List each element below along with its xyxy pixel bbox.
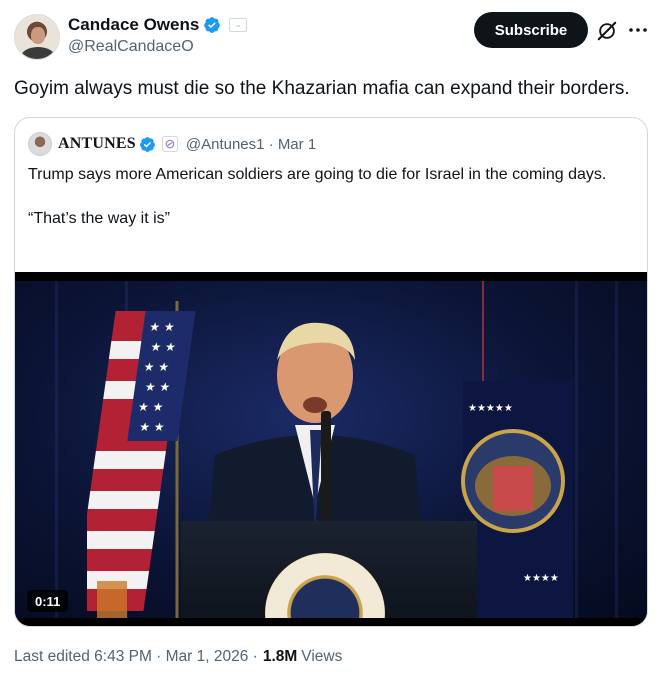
quoted-text: Trump says more American soldiers are go… xyxy=(28,164,628,230)
quoted-affiliate-badge-icon[interactable] xyxy=(161,136,178,152)
svg-text:★ ★: ★ ★ xyxy=(137,400,164,414)
author-handle[interactable]: @RealCandaceO xyxy=(68,38,247,56)
svg-text:★★★★★: ★★★★★ xyxy=(468,403,513,414)
curtain-fold xyxy=(615,281,618,618)
author-name-row: Candace Owens ▭ xyxy=(68,14,248,36)
svg-text:★ ★: ★ ★ xyxy=(143,360,170,374)
svg-text:★ ★: ★ ★ xyxy=(144,380,171,394)
video-player[interactable]: ★ ★ ★ ★ ★ ★ ★ ★ ★ ★ ★ ★ ★★★★★ ★★★★ 0:11 xyxy=(15,272,647,626)
views-label: Views xyxy=(301,648,343,665)
svg-text:★★★★: ★★★★ xyxy=(523,573,559,584)
quoted-text-line: “That’s the way it is” xyxy=(28,210,170,227)
quoted-text-gap xyxy=(28,186,628,208)
video-frame: ★ ★ ★ ★ ★ ★ ★ ★ ★ ★ ★ ★ ★★★★★ ★★★★ xyxy=(15,281,647,618)
subscribe-button[interactable]: Subscribe xyxy=(474,12,588,48)
video-duration-badge: 0:11 xyxy=(27,590,69,612)
curtain-fold xyxy=(55,281,58,618)
curtain-fold xyxy=(575,281,578,618)
author-names: Candace Owens ▭ @RealCandaceO xyxy=(68,14,248,56)
author-avatar[interactable] xyxy=(14,14,60,60)
microphone-image xyxy=(321,411,331,521)
quoted-avatar[interactable] xyxy=(28,132,52,156)
edited-timestamp[interactable]: Last edited 6:43 PM · Mar 1, 2026 · xyxy=(14,648,258,666)
views-count[interactable]: 1.8M xyxy=(263,648,297,666)
quoted-tweet[interactable]: ANTUNES @Antunes1 · Mar 1 Trump says mor… xyxy=(14,117,648,627)
quoted-display-name[interactable]: ANTUNES xyxy=(58,135,136,153)
avatar-shoulders xyxy=(21,47,55,59)
author-display-name[interactable]: Candace Owens xyxy=(68,15,199,35)
verified-badge-icon xyxy=(204,17,221,33)
quoted-header: ANTUNES @Antunes1 · Mar 1 xyxy=(28,131,316,157)
more-icon[interactable] xyxy=(626,18,650,42)
svg-text:★ ★: ★ ★ xyxy=(150,340,177,354)
svg-text:★ ★: ★ ★ xyxy=(138,420,165,434)
tweet-metadata: Last edited 6:43 PM · Mar 1, 2026 · 1.8M… xyxy=(14,648,342,666)
quoted-verified-badge-icon xyxy=(139,136,155,152)
affiliate-badge-icon[interactable]: ▭ xyxy=(229,18,248,32)
tweet-header: Candace Owens ▭ @RealCandaceO Subscribe xyxy=(14,12,650,62)
quoted-handle-date[interactable]: @Antunes1 · Mar 1 xyxy=(186,136,316,153)
quoted-text-line: Trump says more American soldiers are go… xyxy=(28,166,607,183)
svg-text:★ ★: ★ ★ xyxy=(148,320,175,334)
avatar-face xyxy=(31,27,45,44)
tweet-text: Goyim always must die so the Khazarian m… xyxy=(14,78,630,99)
grok-icon[interactable] xyxy=(596,20,618,42)
